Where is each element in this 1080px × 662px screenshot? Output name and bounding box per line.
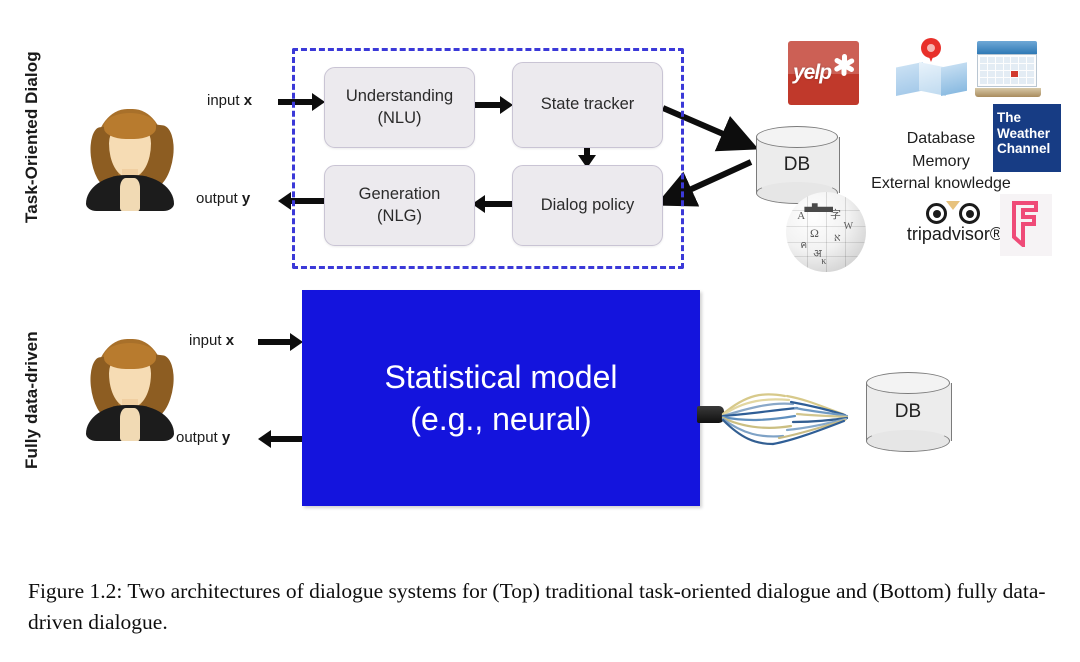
pipeline-box-nlu-line1: Understanding <box>345 87 454 106</box>
statistical-model-label: Statistical model (e.g., neural) <box>385 356 618 440</box>
pipeline-box-dialog-policy[interactable]: Dialog policy <box>512 165 663 246</box>
map-fold-right <box>941 62 967 96</box>
user-avatar-top <box>82 105 178 211</box>
pipeline-box-nlg[interactable]: Generation (NLG) <box>324 165 475 246</box>
arrow-model-to-output <box>258 430 304 448</box>
bottom-input-variable: x <box>225 332 235 349</box>
pipeline-box-state-tracker[interactable]: State tracker <box>512 62 663 148</box>
pipeline-box-nlg-line2: (NLG) <box>377 206 422 225</box>
statistical-model-line1: Statistical model <box>384 358 618 395</box>
top-output-label: output y <box>196 190 250 207</box>
statistical-model-line2: (e.g., neural) <box>410 401 592 437</box>
arrow-input-to-model <box>258 333 304 351</box>
tripadvisor-logo-icon: tripadvisor® <box>902 200 1008 252</box>
top-panel-side-label: Task-Oriented Dialog <box>22 51 41 224</box>
top-output-variable: y <box>241 190 251 207</box>
database-label-bottom: DB <box>894 401 922 422</box>
bottom-output-variable: y <box>221 429 231 446</box>
avatar-fringe <box>104 343 156 369</box>
top-output-label-text: output <box>196 190 242 207</box>
top-input-label-text: input <box>207 92 244 109</box>
weather-line1: The <box>997 110 1022 125</box>
cable-bundle-icon <box>697 382 867 452</box>
yelp-logo-text: yelp <box>793 61 832 84</box>
avatar-shirt <box>120 408 140 441</box>
foursquare-glyph <box>1012 201 1038 247</box>
avatar-fringe <box>104 113 156 139</box>
weather-line2: Weather <box>997 125 1051 141</box>
avatar-shirt <box>120 178 140 211</box>
map-pin-dot <box>927 44 935 52</box>
pipeline-box-state-tracker-label: State tracker <box>540 95 635 114</box>
pipeline-box-dialog-policy-label: Dialog policy <box>540 195 635 214</box>
figure-image: Task-Oriented Dialog input x output y Un… <box>0 0 1080 560</box>
tripadvisor-owl-icon <box>924 200 982 225</box>
knowledge-line-external-knowledge: External knowledge <box>871 175 1011 193</box>
database-cylinder-bottom: DB <box>866 372 952 452</box>
weather-line3: Channel <box>997 141 1051 157</box>
statistical-model-box[interactable]: Statistical model (e.g., neural) <box>302 290 700 506</box>
yelp-burst-icon <box>833 54 855 76</box>
bottom-input-label: input x <box>189 332 234 349</box>
calendar-grid <box>980 57 1034 84</box>
map-icon <box>895 36 967 102</box>
pipeline-box-nlg-label: Generation (NLG) <box>359 184 441 226</box>
figure-caption: Figure 1.2: Two architectures of dialogu… <box>28 579 1046 635</box>
owl-eye-right <box>959 203 980 224</box>
user-avatar-bottom <box>82 335 178 441</box>
top-input-label: input x <box>207 92 252 109</box>
pipeline-box-nlu-line2: (NLU) <box>377 108 422 127</box>
weather-channel-logo-icon: The Weather Channel <box>993 104 1061 172</box>
owl-beak <box>946 201 960 210</box>
wikipedia-globe-icon: Ω А 字 א अ ค W κ <box>786 192 866 272</box>
bottom-output-label-text: output <box>176 429 222 446</box>
pipeline-box-nlg-line1: Generation <box>358 185 441 204</box>
tripadvisor-logo-text: tripadvisor® <box>906 224 1004 244</box>
pipeline-box-nlu-label: Understanding (NLU) <box>346 86 453 128</box>
pipeline-box-nlu[interactable]: Understanding (NLU) <box>324 67 475 148</box>
owl-eye-left <box>926 203 947 224</box>
cable-wires <box>721 393 849 446</box>
weather-channel-logo-text: The Weather Channel <box>997 110 1057 157</box>
calendar-icon <box>975 38 1041 100</box>
wikipedia-globe-sphere: Ω А 字 א अ ค W κ <box>786 192 866 272</box>
bottom-input-label-text: input <box>189 332 226 349</box>
calendar-base <box>975 88 1041 97</box>
bottom-output-label: output y <box>176 429 230 446</box>
calendar-header <box>977 41 1037 54</box>
foursquare-logo-icon <box>1000 194 1052 256</box>
top-input-variable: x <box>243 92 253 109</box>
map-fold-left <box>896 62 923 96</box>
yelp-logo-icon: yelp <box>788 41 859 105</box>
bottom-panel-side-label: Fully data-driven <box>22 331 41 469</box>
